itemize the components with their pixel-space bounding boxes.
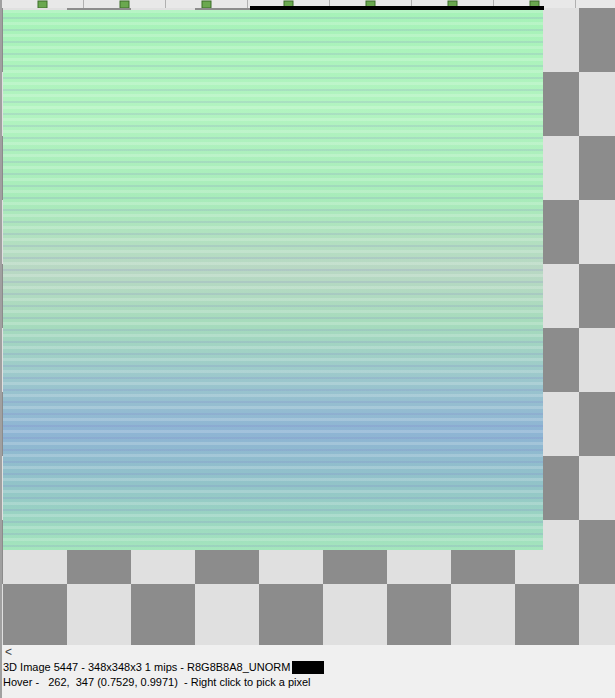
image-info-row: 3D Image 5447 - 348x348x3 1 mips - R8G8B… [3,660,615,675]
image-info: 3D Image 5447 - 348x348x3 1 mips - R8G8B… [3,660,290,675]
texture-icon [119,0,131,8]
scroll-left-button[interactable]: < [5,645,12,660]
toolbar-tab[interactable] [166,0,248,8]
hover-info: Hover - 262, 347 (0.7529, 0.9971) - Righ… [3,675,615,690]
texture-icon [37,0,49,8]
picked-color-swatch [292,661,324,674]
texture-canvas[interactable] [2,8,615,645]
texture-viewer: < 3D Image 5447 - 348x348x3 1 mips - R8G… [0,0,615,698]
toolbar [2,0,615,8]
horizontal-scrollbar[interactable]: < [2,645,615,660]
texture-icon [201,0,213,8]
toolbar-tab[interactable] [84,0,166,8]
active-tab-bar [250,6,544,10]
texture-image [3,10,543,550]
toolbar-tab[interactable] [2,0,84,8]
status-bar: 3D Image 5447 - 348x348x3 1 mips - R8G8B… [2,660,615,690]
